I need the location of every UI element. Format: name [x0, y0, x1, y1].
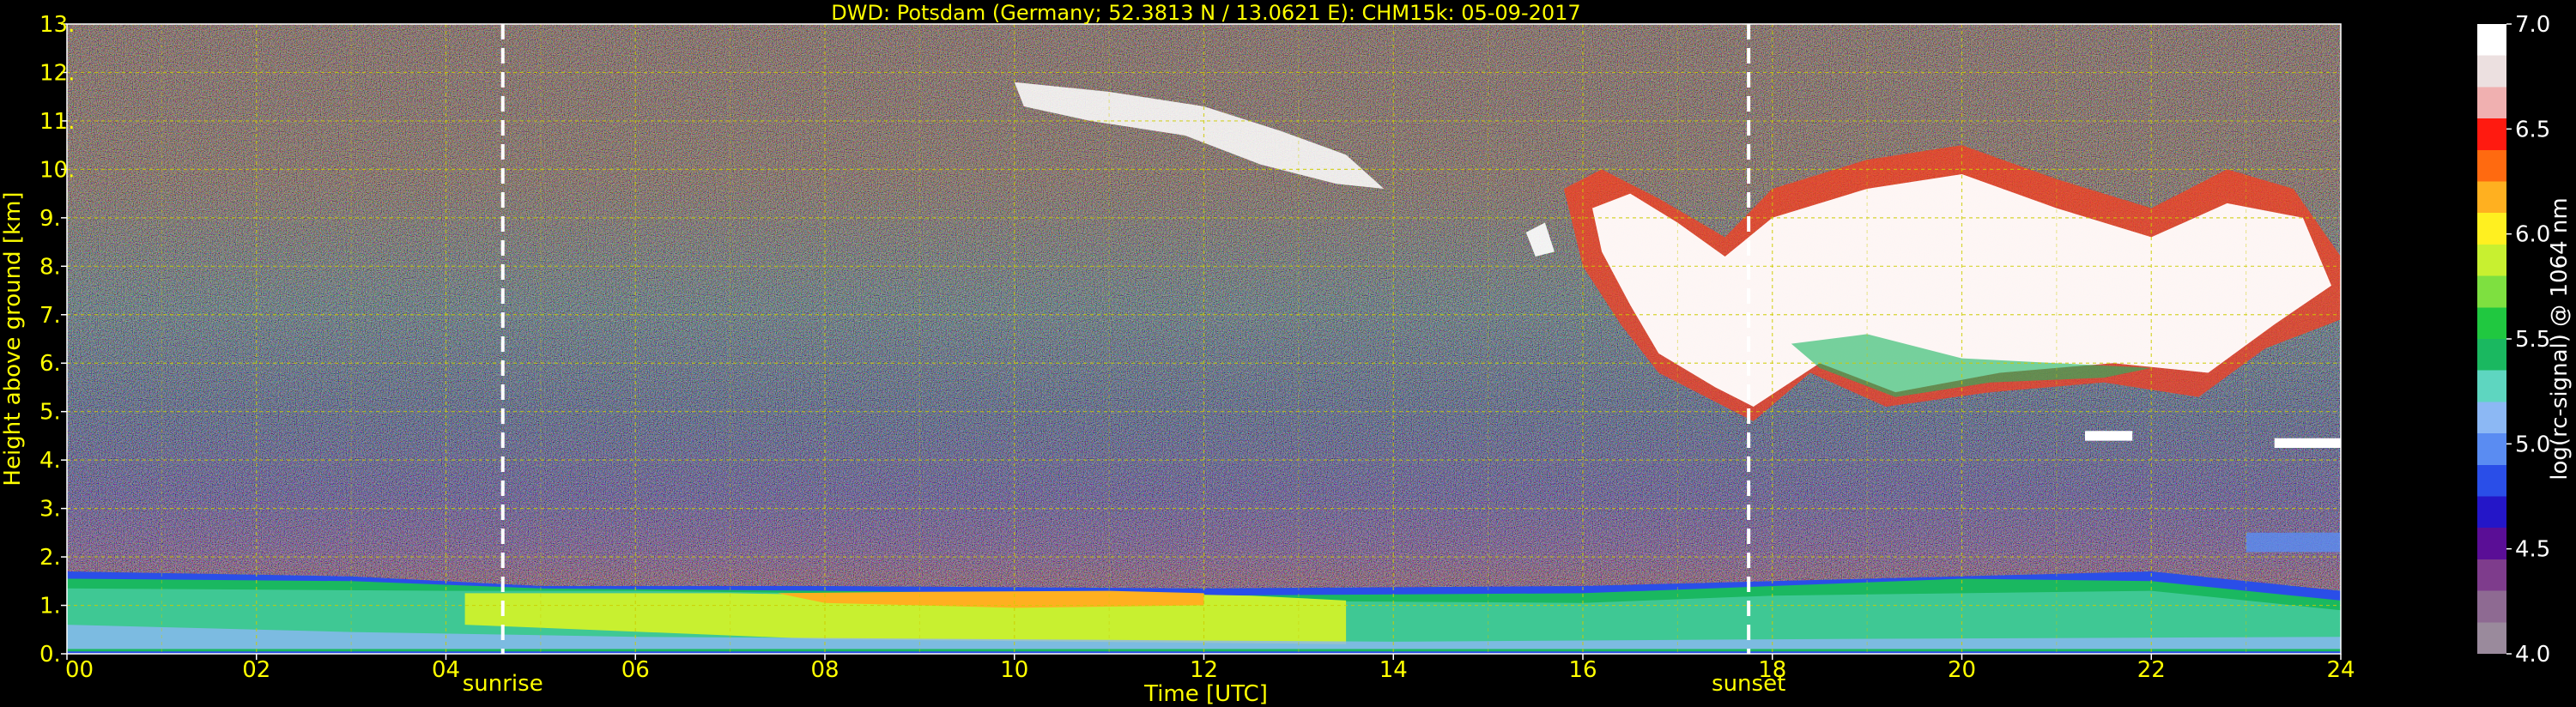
colorbar-tick-label: 4.5 [2515, 537, 2550, 563]
x-tick-label: 20 [1948, 657, 1976, 683]
x-tick-label: 12 [1190, 657, 1218, 683]
y-tick-label: 12. [39, 60, 75, 86]
colorbar-tick-label: 6.0 [2515, 222, 2550, 248]
y-tick-label: 5. [39, 400, 61, 426]
ceilometer-chart: sunrise sunset 00 02 04 06 08 10 12 14 16 18 20 22 24… [0, 1, 2573, 707]
y-tick-label: 3. [39, 497, 61, 523]
colorbar-tick-label: 5.5 [2515, 327, 2550, 353]
y-tick-label: 1. [39, 594, 61, 619]
x-tick-label: 10 [1000, 657, 1028, 683]
y-tick-label: 4. [39, 448, 61, 474]
x-axis-ticks: 00 02 04 06 08 10 12 14 16 18 20 22 24 [65, 654, 2355, 683]
y-tick-label: 9. [39, 206, 61, 232]
y-tick-label: 8. [39, 254, 61, 280]
x-tick-label: 00 [65, 657, 94, 683]
colorbar: 4.0 4.5 5.0 5.5 6.0 6.5 7.0 log(rc-signal) @ 1… [2477, 12, 2573, 668]
colorbar-tick-label: 4.0 [2515, 642, 2550, 668]
x-tick-label: 18 [1758, 657, 1786, 683]
y-tick-label: 10. [39, 157, 75, 183]
x-tick-label: 08 [810, 657, 839, 683]
colorbar-tick-label: 5.0 [2515, 432, 2550, 457]
colorbar-label: log(rc-signal) @ 1064 nm [2547, 197, 2573, 480]
y-tick-label: 6. [39, 351, 61, 377]
low-aerosol-fragment [2246, 532, 2341, 553]
x-tick-label: 22 [2137, 657, 2166, 683]
chart-title: DWD: Potsdam (Germany; 52.3813 N / 13.06… [831, 1, 1580, 25]
y-tick-label: 13. [39, 12, 75, 38]
y-axis-label: Height above ground [km] [0, 191, 26, 486]
colorbar-bar [2477, 24, 2506, 654]
colorbar-ticks: 4.0 4.5 5.0 5.5 6.0 6.5 7.0 [2506, 12, 2550, 668]
low-cloud-fragment [2274, 438, 2341, 448]
x-tick-label: 16 [1568, 657, 1597, 683]
colorbar-tick-label: 7.0 [2515, 12, 2550, 38]
y-tick-label: 11. [39, 109, 75, 135]
low-cloud-fragment [2085, 431, 2133, 441]
x-tick-label: 24 [2326, 657, 2355, 683]
colorbar-tick-label: 6.5 [2515, 117, 2550, 142]
x-tick-label: 14 [1379, 657, 1408, 683]
x-tick-label: 02 [242, 657, 270, 683]
marker-label-sunrise: sunrise [463, 671, 543, 697]
plot-area: sunrise sunset [66, 23, 2342, 697]
y-tick-label: 7. [39, 303, 61, 329]
x-tick-label: 04 [432, 657, 460, 683]
y-tick-label: 2. [39, 545, 61, 571]
y-tick-label: 0. [39, 642, 61, 668]
x-axis-label: Time [UTC] [1143, 681, 1268, 707]
x-tick-label: 06 [621, 657, 650, 683]
